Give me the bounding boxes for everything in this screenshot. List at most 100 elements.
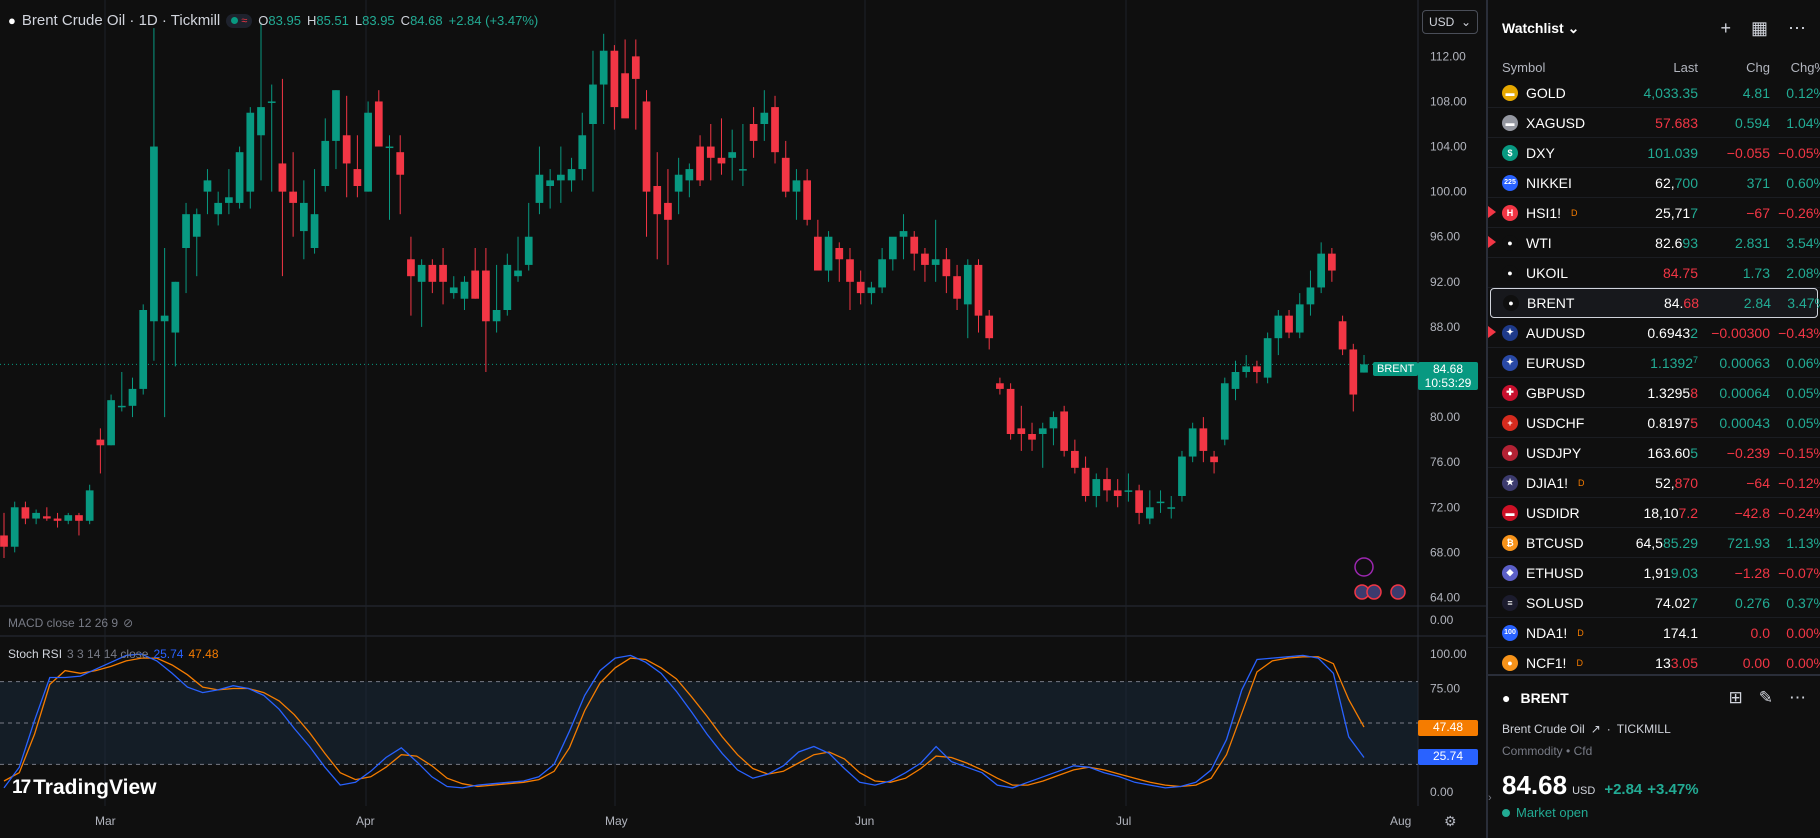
watchlist-row-dxy[interactable]: $ DXY 101.039 −0.055 −0.05% xyxy=(1488,138,1820,168)
last-price: 18,107.2 xyxy=(1643,504,1698,521)
watchlist-row-eurusd[interactable]: ✦ EURUSD 1.13927 0.00063 0.06% xyxy=(1488,348,1820,378)
watchlist-row-audusd[interactable]: ✦ AUDUSD 0.69432 −0.00300 −0.43% xyxy=(1488,318,1820,348)
watchlist-row-ukoil[interactable]: ● UKOIL 84.75 1.73 2.08% xyxy=(1488,258,1820,288)
price-chart[interactable]: 112.00 108.00 104.00 100.00 96.00 92.00 88.00 8… xyxy=(0,0,1486,838)
symbol-name: USDIDR xyxy=(1526,504,1580,521)
last-price: 1.32958 xyxy=(1647,384,1698,401)
change: 0.276 xyxy=(1734,594,1770,611)
candle-body xyxy=(1306,287,1315,305)
more-options-icon[interactable]: ⋯ xyxy=(1788,18,1806,39)
change-percent: 0.05% xyxy=(1786,384,1820,401)
symbol-name: EURUSD xyxy=(1526,354,1586,371)
candle-body xyxy=(1081,467,1090,496)
change: 0.0 xyxy=(1750,624,1770,641)
watchlist-row-xagusd[interactable]: ▬ XAGUSD 57.683 0.594 1.04% xyxy=(1488,108,1820,138)
candle-body xyxy=(42,516,51,519)
watchlist-row-usdchf[interactable]: + USDCHF 0.81975 0.00043 0.05% xyxy=(1488,408,1820,438)
time-axis-label: Mar xyxy=(95,814,116,828)
details-symbol[interactable]: BRENT xyxy=(1520,690,1568,706)
watchlist-row-wti[interactable]: ● WTI 82.693 2.831 3.54% xyxy=(1488,228,1820,258)
time-axis-label: May xyxy=(605,814,628,828)
candle-body xyxy=(910,236,919,254)
candle-body xyxy=(717,157,726,164)
watchlist-row-brent[interactable]: ● BRENT 84.68 2.84 3.47% xyxy=(1490,288,1820,318)
nasdaq-100-icon: 100 xyxy=(1502,624,1518,641)
candle-body xyxy=(631,56,640,79)
eye-hidden-icon[interactable]: ⊘ xyxy=(123,616,133,630)
watchlist-panel: Watchlist ⌄ + ▦ ⋯ Symbol Last Chg Chg% ▬… xyxy=(1488,0,1820,678)
macd-legend[interactable]: MACD close 12 26 9 ⊘ xyxy=(8,616,133,630)
watchlist-rows: ▬ GOLD 4,033.35 4.81 0.12% ▬ XAGUSD 57.683 0.594… xyxy=(1488,78,1820,678)
symbol-name: BTCUSD xyxy=(1526,534,1584,551)
candle-body xyxy=(524,236,533,265)
watchlist-row-solusd[interactable]: ≡ SOLUSD 74.027 0.276 0.37% xyxy=(1488,588,1820,618)
candle-body xyxy=(1178,456,1186,496)
more-options-icon[interactable]: ⋯ xyxy=(1789,688,1806,708)
last-price: 25,717 xyxy=(1655,204,1698,221)
candle-body xyxy=(278,163,287,192)
candle-body xyxy=(685,169,694,181)
oil-drop-icon: ● xyxy=(1502,234,1518,251)
hang-seng-icon: H xyxy=(1502,204,1518,221)
candle-body xyxy=(225,197,233,203)
watchlist-row-nda1[interactable]: 100NDA1!D174.10.00.00% xyxy=(1488,618,1820,648)
details-change: +2.84 xyxy=(1604,781,1643,798)
market-status-badge[interactable]: ≈ xyxy=(226,13,253,28)
watchlist-row-hsi1[interactable]: HHSI1!D25,717−67−0.26% xyxy=(1488,198,1820,228)
candle-body xyxy=(535,174,544,203)
currency-selector[interactable]: USD ⌄ xyxy=(1422,10,1478,34)
watchlist-row-ethusd[interactable]: ◆ ETHUSD 1,919.03 −1.28 −0.07% xyxy=(1488,558,1820,588)
au-us-flag-icon: ✦ xyxy=(1502,324,1518,341)
price-axis-tick: 104.00 xyxy=(1430,140,1467,154)
chart-title[interactable]: Brent Crude Oil · 1D · Tickmill xyxy=(22,12,220,29)
advanced-view-icon[interactable]: ▦ xyxy=(1751,18,1768,39)
candle-body xyxy=(674,174,683,192)
details-name[interactable]: Brent Crude Oil xyxy=(1502,722,1585,736)
details-currency: USD xyxy=(1572,785,1596,797)
last-price: 1.13927 xyxy=(1650,354,1698,371)
watchlist-row-usdidr[interactable]: ▬ USDIDR 18,107.2 −42.8 −0.24% xyxy=(1488,498,1820,528)
watchlist-title[interactable]: Watchlist ⌄ xyxy=(1502,20,1579,37)
watchlist-row-gold[interactable]: ▬ GOLD 4,033.35 4.81 0.12% xyxy=(1488,78,1820,108)
red-flag-icon[interactable] xyxy=(1488,206,1496,218)
candle-body xyxy=(396,152,405,175)
candle-body xyxy=(1188,428,1197,457)
candle-body xyxy=(246,112,255,192)
change-percent: −0.15% xyxy=(1778,444,1820,461)
watchlist-row-gbpusd[interactable]: ✚ GBPUSD 1.32958 0.00064 0.05% xyxy=(1488,378,1820,408)
watchlist-row-btcusd[interactable]: ₿ BTCUSD 64,585.29 721.93 1.13% xyxy=(1488,528,1820,558)
candle-body xyxy=(1210,456,1218,463)
price-axis-tick: 76.00 xyxy=(1430,455,1460,469)
candle-body xyxy=(642,101,651,192)
candle-body xyxy=(1156,501,1165,504)
watchlist-row-usdjpy[interactable]: ● USDJPY 163.605 −0.239 −0.15% xyxy=(1488,438,1820,468)
candle-body xyxy=(846,259,854,282)
watchlist-row-djia1[interactable]: ★DJIA1!D52,870−64−0.12% xyxy=(1488,468,1820,498)
red-flag-icon[interactable] xyxy=(1488,326,1496,338)
solana-icon: ≡ xyxy=(1502,594,1518,611)
last-price: 62,700 xyxy=(1655,174,1698,191)
candle-body xyxy=(321,140,330,186)
settings-gear-icon[interactable]: ⚙ xyxy=(1444,813,1457,830)
external-link-icon[interactable]: ↗ xyxy=(1591,722,1601,736)
candle-body xyxy=(1338,321,1347,350)
watchlist-row-nikkei[interactable]: 225 NIKKEI 62,700 371 0.60% xyxy=(1488,168,1820,198)
candle-body xyxy=(310,214,319,248)
candle-body xyxy=(299,202,308,232)
candle-body xyxy=(664,202,672,220)
candle-body xyxy=(621,73,629,119)
candle-body xyxy=(1360,364,1368,373)
red-flag-icon[interactable] xyxy=(1488,236,1496,248)
change-percent: 0.06% xyxy=(1786,354,1820,371)
candle-body xyxy=(353,169,362,186)
tradingview-logo[interactable]: 17 TradingView xyxy=(12,776,156,800)
oil-drop-icon: ● xyxy=(8,13,16,28)
add-symbol-icon[interactable]: + xyxy=(1720,18,1731,39)
chart-pane[interactable]: 112.00 108.00 104.00 100.00 96.00 92.00 88.00 8… xyxy=(0,0,1486,838)
edit-icon[interactable]: ✎ xyxy=(1759,688,1773,708)
layout-grid-icon[interactable]: ⊞ xyxy=(1729,688,1743,708)
last-price: 74.027 xyxy=(1655,594,1698,611)
stoch-rsi-legend[interactable]: Stoch RSI 3 3 14 14 close 25.74 47.48 xyxy=(8,647,219,661)
collapse-arrow-icon[interactable]: › xyxy=(1488,792,1492,804)
change-value: +2.84 (+3.47%) xyxy=(448,13,539,28)
